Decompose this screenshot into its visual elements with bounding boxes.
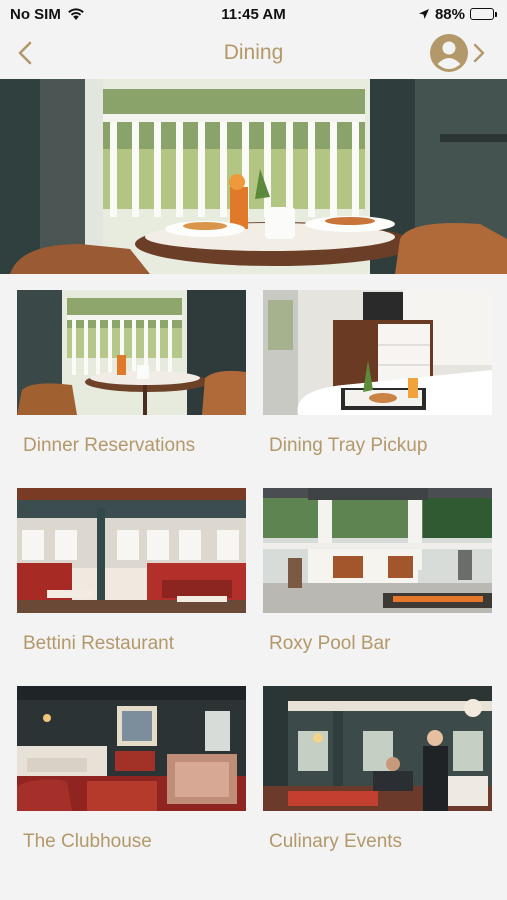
- window-table-breakfast-photo: [17, 290, 246, 415]
- battery-icon: [470, 8, 497, 20]
- clubhouse-lounge-photo: [17, 686, 246, 811]
- back-button[interactable]: [10, 38, 40, 68]
- status-bar: No SIM 11:45 AM 88%: [0, 0, 507, 28]
- card-the-clubhouse[interactable]: The Clubhouse: [17, 686, 246, 852]
- card-dining-tray-pickup[interactable]: Dining Tray Pickup: [263, 290, 492, 456]
- chevron-left-icon: [18, 41, 32, 65]
- card-label: The Clubhouse: [23, 831, 152, 852]
- card-dinner-reservations[interactable]: Dinner Reservations: [17, 290, 246, 456]
- room-breakfast-tray-photo: [263, 290, 492, 415]
- profile-button[interactable]: [429, 33, 485, 73]
- outdoor-pool-bar-photo: [263, 488, 492, 613]
- status-right: 88%: [418, 6, 497, 23]
- card-label: Roxy Pool Bar: [269, 633, 391, 654]
- red-booth-restaurant-photo: [17, 488, 246, 613]
- card-image: [17, 686, 246, 811]
- user-circle-icon: [430, 34, 468, 72]
- battery-percent: 88%: [434, 5, 465, 23]
- dining-room-event-photo: [263, 686, 492, 811]
- card-image: [17, 290, 246, 415]
- status-left: No SIM: [10, 6, 85, 23]
- card-label: Dinner Reservations: [23, 435, 196, 456]
- carrier-label: No SIM: [10, 5, 61, 23]
- card-label: Culinary Events: [269, 831, 403, 852]
- restaurant-window-table-photo: [0, 79, 507, 274]
- location-arrow-icon: [418, 9, 429, 19]
- card-culinary-events[interactable]: Culinary Events: [263, 686, 492, 852]
- card-bettini-restaurant[interactable]: Bettini Restaurant: [17, 488, 246, 654]
- nav-bar: Dining: [0, 28, 507, 78]
- card-roxy-pool-bar[interactable]: Roxy Pool Bar: [263, 488, 492, 654]
- page-title: Dining: [223, 41, 284, 64]
- chevron-right-icon: [473, 43, 485, 63]
- card-image: [17, 488, 246, 613]
- card-label: Bettini Restaurant: [23, 633, 175, 654]
- hero-image: [0, 79, 507, 274]
- card-image: [263, 686, 492, 811]
- card-image: [263, 290, 492, 415]
- card-image: [263, 488, 492, 613]
- card-label: Dining Tray Pickup: [269, 435, 428, 456]
- wifi-icon: [68, 8, 84, 20]
